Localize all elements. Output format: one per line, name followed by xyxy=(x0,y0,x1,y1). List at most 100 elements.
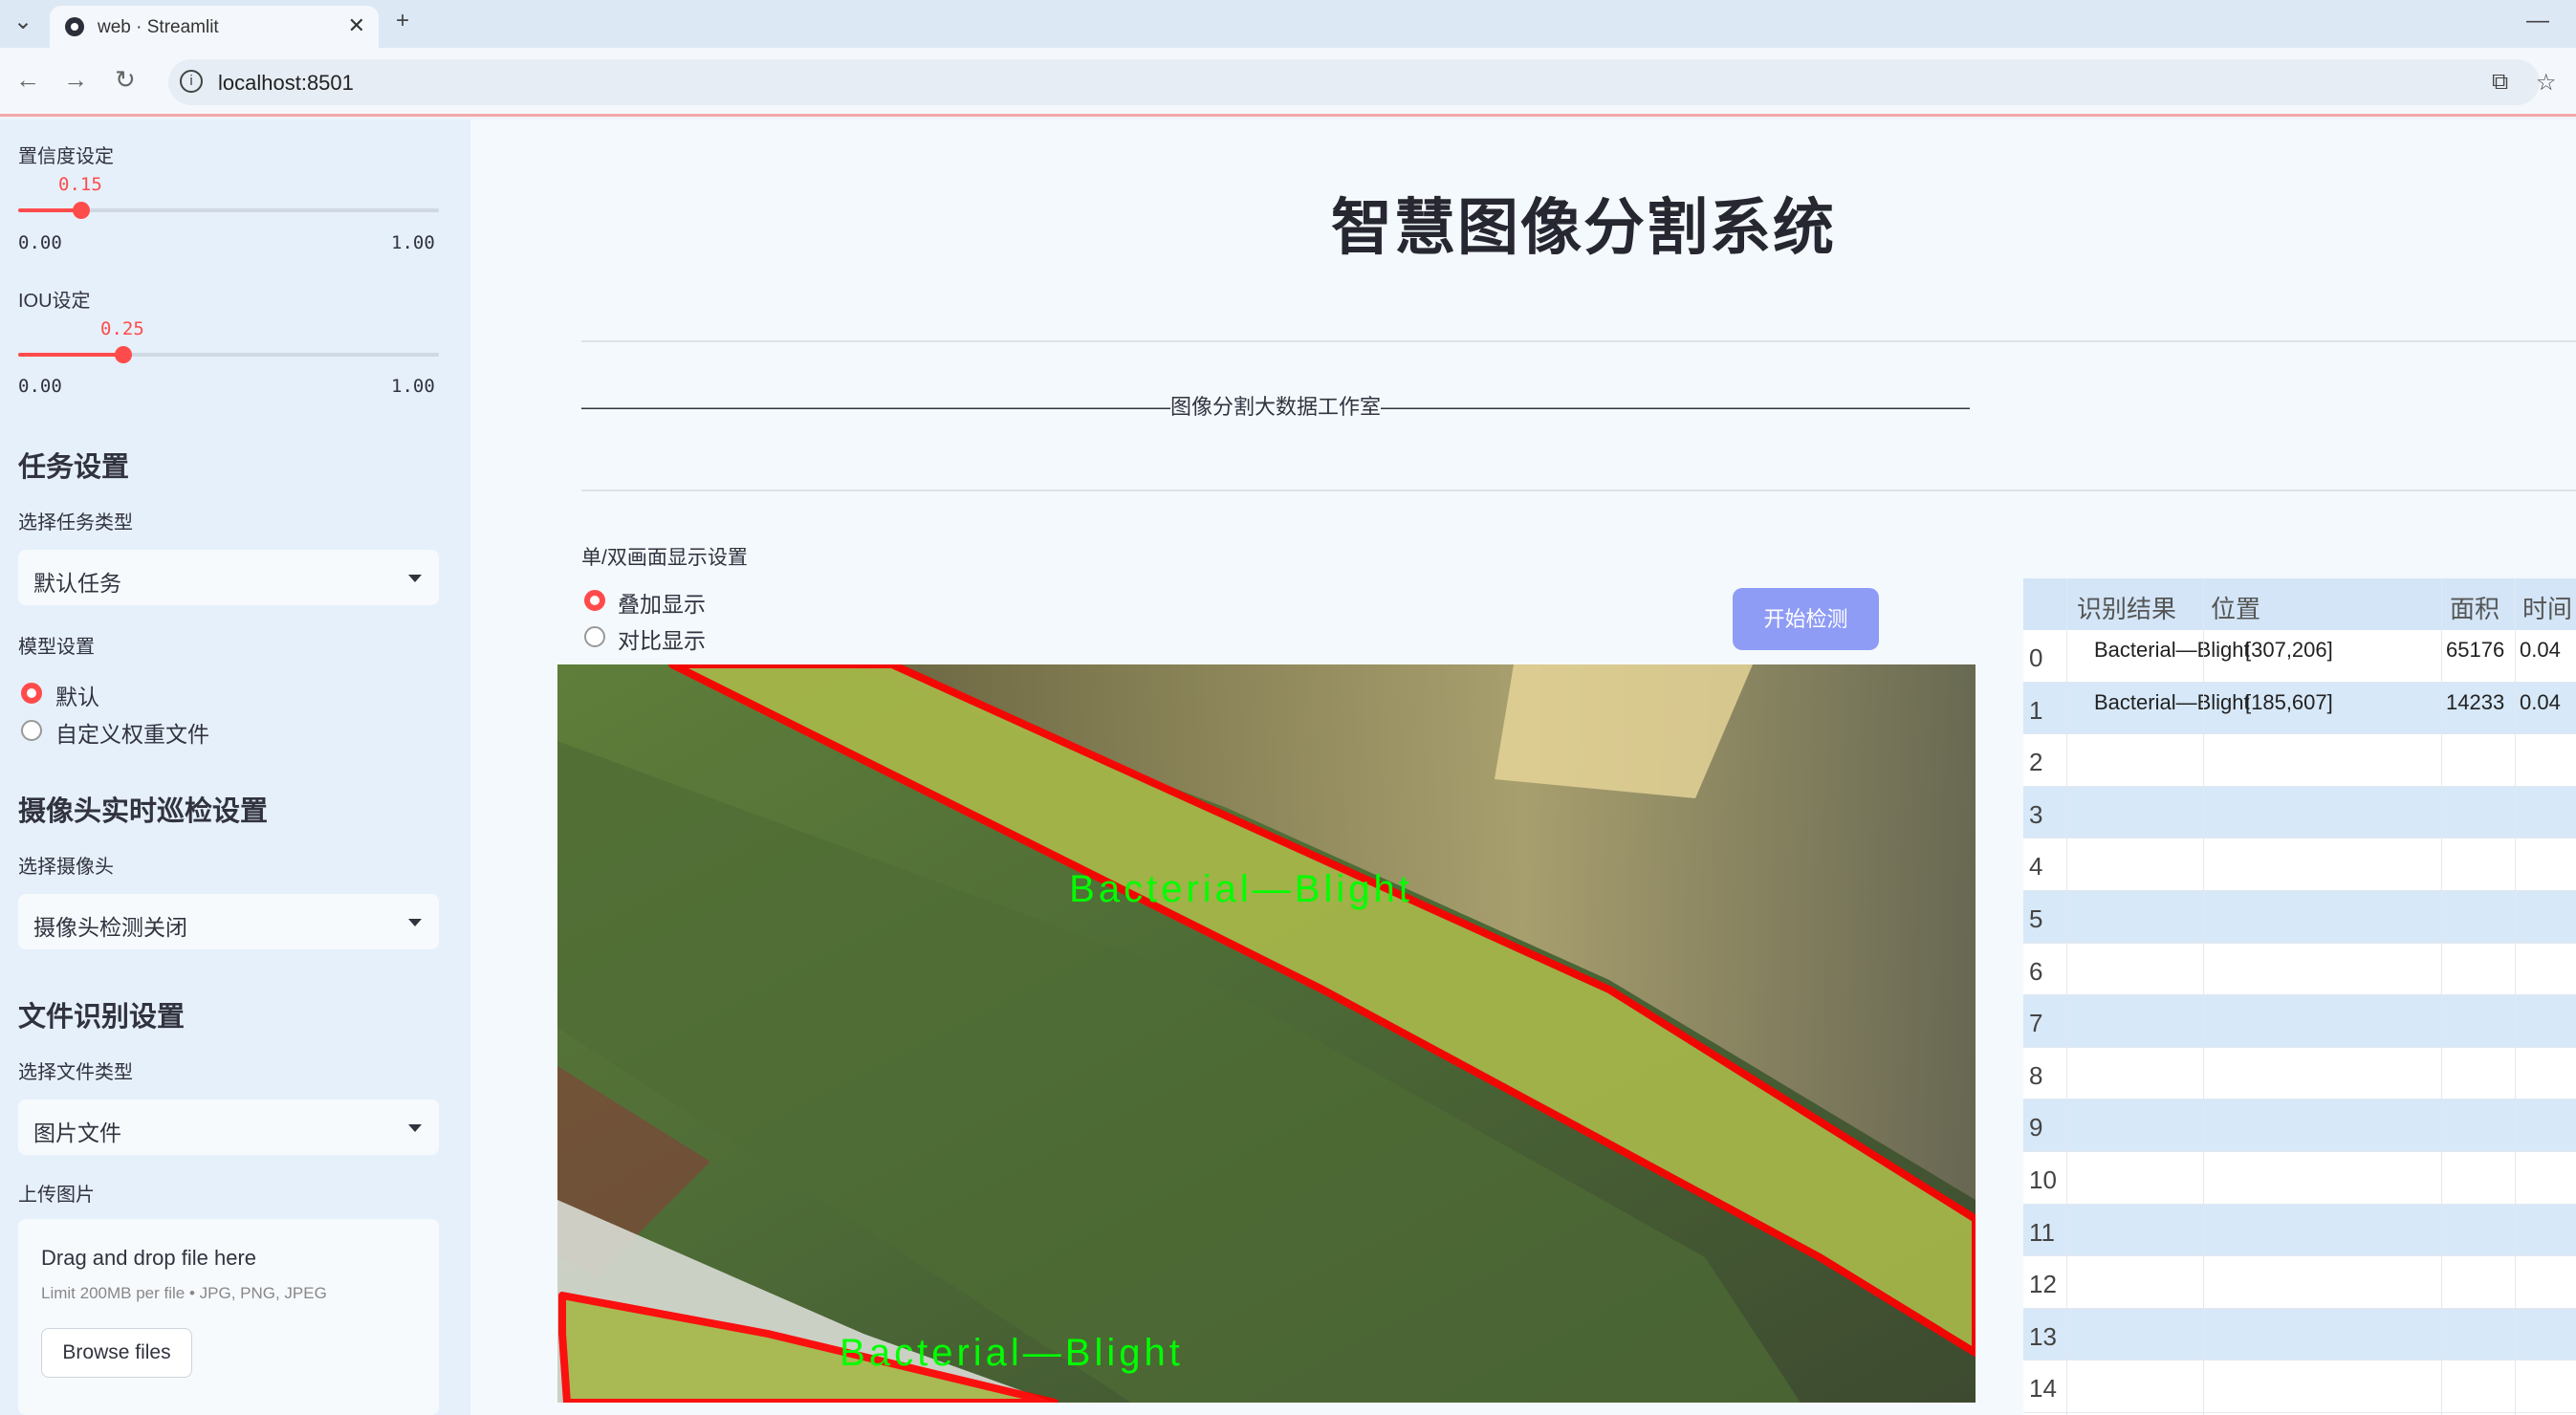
table-row[interactable]: 9 xyxy=(2023,1099,2576,1152)
column-header-time[interactable]: 时间 xyxy=(2522,590,2572,625)
row-index: 0 xyxy=(2029,643,2043,672)
table-row[interactable]: 11 xyxy=(2023,1204,2576,1257)
tab-list-icon[interactable]: ⌄ xyxy=(13,8,33,35)
table-row[interactable]: 1 Bacterial—Blight [185,607] 14233 0.04 xyxy=(2023,682,2576,735)
table-row[interactable]: 8 xyxy=(2023,1048,2576,1100)
reload-icon[interactable]: ↻ xyxy=(115,65,136,95)
cell-position: [307,206] xyxy=(2245,638,2333,662)
uploader-drag-text: Drag and drop file here xyxy=(41,1246,257,1270)
row-index: 2 xyxy=(2029,748,2043,777)
streamlit-favicon-icon xyxy=(65,17,84,36)
iou-min: 0.00 xyxy=(18,376,62,397)
table-row[interactable]: 12 xyxy=(2023,1256,2576,1309)
cell-area: 65176 xyxy=(2446,638,2505,662)
row-index: 13 xyxy=(2029,1321,2057,1351)
detection-label: Bacterial—Blight xyxy=(1069,868,1413,910)
iou-slider[interactable] xyxy=(18,346,439,363)
file-type-label: 选择文件类型 xyxy=(18,1062,133,1083)
file-type-select[interactable]: 图片文件 xyxy=(18,1099,439,1155)
confidence-max: 1.00 xyxy=(391,232,435,253)
table-row[interactable]: 6 xyxy=(2023,944,2576,996)
model-option-default[interactable]: 默认 xyxy=(55,679,99,711)
cell-result: Bacterial—Blight xyxy=(2094,638,2250,662)
studio-banner: ————————————————————————————图像分割大数据工作室——… xyxy=(581,395,1971,419)
cell-time: 0.04 xyxy=(2520,638,2561,662)
model-radio-custom[interactable] xyxy=(21,720,42,741)
upload-label: 上传图片 xyxy=(18,1185,95,1206)
confidence-min: 0.00 xyxy=(18,232,62,253)
camera-select[interactable]: 摄像头检测关闭 xyxy=(18,894,439,949)
row-index: 8 xyxy=(2029,1060,2043,1090)
table-row[interactable]: 13 xyxy=(2023,1308,2576,1361)
table-row[interactable]: 0 Bacterial—Blight [307,206] 65176 0.04 xyxy=(2023,630,2576,683)
confidence-value: 0.15 xyxy=(58,174,102,195)
row-index: 12 xyxy=(2029,1270,2057,1299)
column-divider xyxy=(2203,578,2204,1415)
column-divider xyxy=(2515,578,2516,1415)
confidence-slider-thumb[interactable] xyxy=(73,202,90,219)
minimize-window-icon[interactable]: — xyxy=(2526,8,2549,34)
task-type-select[interactable]: 默认任务 xyxy=(18,550,439,605)
bookmark-star-icon[interactable]: ☆ xyxy=(2536,69,2557,97)
confidence-slider[interactable] xyxy=(18,202,439,219)
table-row[interactable]: 3 xyxy=(2023,786,2576,839)
results-table[interactable]: 识别结果 位置 面积 时间 0 Bacterial—Blight [307,206]… xyxy=(2023,578,2576,1415)
browse-files-button[interactable]: Browse files xyxy=(41,1328,192,1378)
row-index: 5 xyxy=(2029,904,2043,933)
model-option-custom[interactable]: 自定义权重文件 xyxy=(55,716,209,749)
cell-position: [185,607] xyxy=(2245,689,2333,714)
iou-slider-thumb[interactable] xyxy=(115,346,132,363)
translate-icon[interactable]: ⧉ xyxy=(2492,69,2508,96)
column-divider xyxy=(2441,578,2442,1415)
model-settings-label: 模型设置 xyxy=(18,637,95,658)
display-radio-compare[interactable] xyxy=(584,626,605,647)
chevron-down-icon xyxy=(408,575,422,582)
camera-value: 摄像头检测关闭 xyxy=(33,915,187,940)
close-tab-icon[interactable]: ✕ xyxy=(348,13,365,38)
file-uploader[interactable]: Drag and drop file here Limit 200MB per … xyxy=(18,1219,439,1415)
table-row[interactable]: 10 xyxy=(2023,1152,2576,1205)
iou-slider-fill xyxy=(18,353,123,357)
iou-label: IOU设定 xyxy=(18,291,91,312)
table-row[interactable]: 4 xyxy=(2023,838,2576,891)
browser-tab[interactable]: web · Streamlit ✕ xyxy=(50,6,379,48)
model-radio-default[interactable] xyxy=(21,683,42,704)
cell-result: Bacterial—Blight xyxy=(2094,689,2250,714)
table-row[interactable]: 7 xyxy=(2023,995,2576,1048)
display-option-compare[interactable]: 对比显示 xyxy=(618,622,706,655)
display-mode-label: 单/双画面显示设置 xyxy=(581,547,748,569)
table-row[interactable]: 14 xyxy=(2023,1361,2576,1413)
uploader-limit-text: Limit 200MB per file • JPG, PNG, JPEG xyxy=(41,1284,327,1302)
row-index: 7 xyxy=(2029,1009,2043,1038)
table-row[interactable]: 5 xyxy=(2023,891,2576,944)
cell-area: 14233 xyxy=(2446,689,2505,714)
row-index: 14 xyxy=(2029,1374,2057,1404)
browser-tab-bar: ⌄ web · Streamlit ✕ + — xyxy=(0,0,2576,48)
column-header-position[interactable]: 位置 xyxy=(2211,590,2260,625)
cell-time: 0.04 xyxy=(2520,689,2561,714)
camera-settings-heading: 摄像头实时巡检设置 xyxy=(18,796,269,827)
back-icon[interactable]: ← xyxy=(15,65,40,95)
url-field[interactable]: i localhost:8501 xyxy=(168,59,2540,105)
forward-icon[interactable]: → xyxy=(63,65,88,95)
segmentation-result-image: Bacterial—Blight Bacterial—Blight xyxy=(557,664,1976,1403)
row-index: 10 xyxy=(2029,1165,2057,1194)
camera-label: 选择摄像头 xyxy=(18,857,114,878)
site-info-icon[interactable]: i xyxy=(180,70,203,93)
row-index: 11 xyxy=(2029,1217,2055,1247)
table-row[interactable]: 2 xyxy=(2023,734,2576,787)
start-detection-button[interactable]: 开始检测 xyxy=(1733,588,1879,650)
task-type-label: 选择任务类型 xyxy=(18,512,133,533)
row-index: 4 xyxy=(2029,852,2043,882)
url-text[interactable]: localhost:8501 xyxy=(218,71,354,96)
display-option-overlay[interactable]: 叠加显示 xyxy=(618,586,706,619)
new-tab-icon[interactable]: + xyxy=(396,8,409,34)
address-bar: ← → ↻ i localhost:8501 ⧉ ☆ xyxy=(0,48,2576,117)
task-settings-heading: 任务设置 xyxy=(18,452,130,483)
iou-max: 1.00 xyxy=(391,376,435,397)
column-header-result[interactable]: 识别结果 xyxy=(2077,590,2176,625)
row-index: 1 xyxy=(2029,695,2043,725)
column-header-area[interactable]: 面积 xyxy=(2450,590,2500,625)
display-radio-overlay[interactable] xyxy=(584,590,605,611)
file-type-value: 图片文件 xyxy=(33,1121,121,1145)
